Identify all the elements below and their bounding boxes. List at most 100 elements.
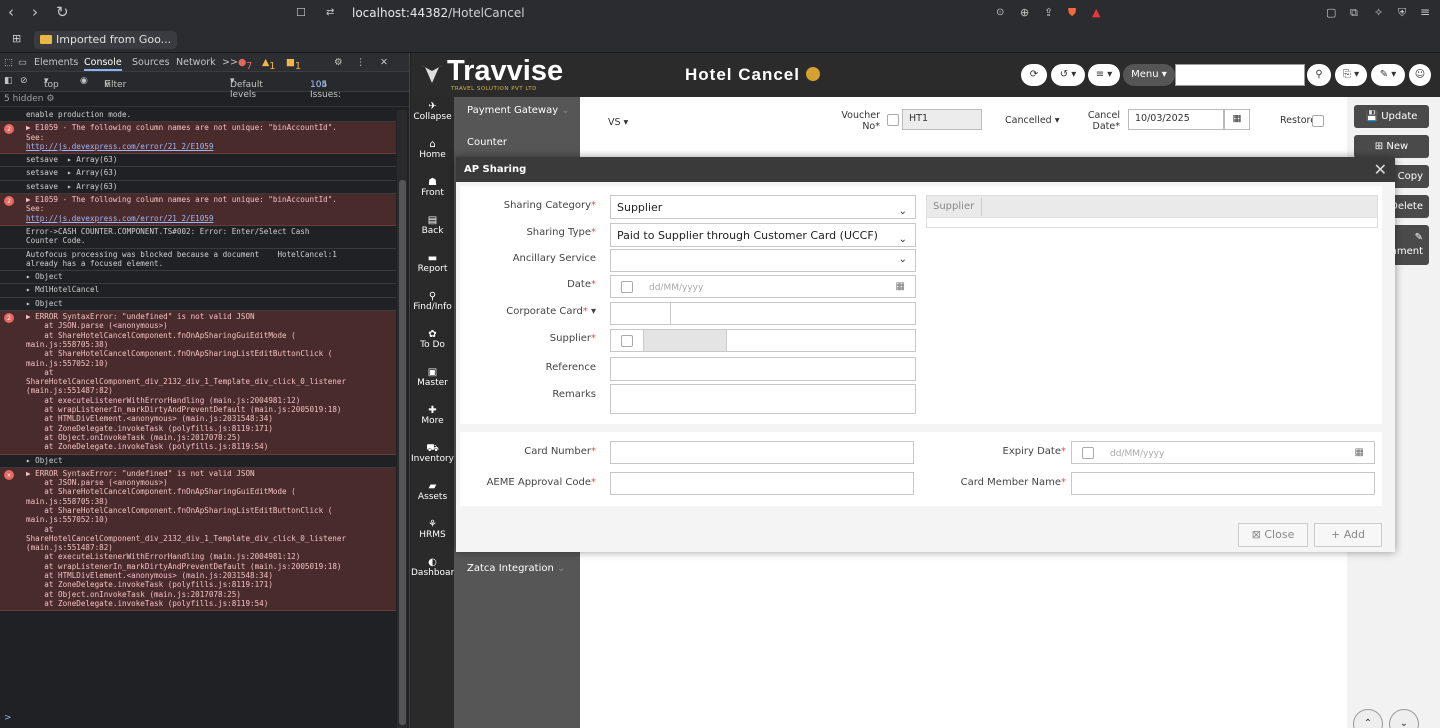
restore-checkbox[interactable]: [1312, 115, 1324, 127]
address-bar[interactable]: localhost:44382/HotelCancel: [352, 6, 525, 20]
reference-input[interactable]: [610, 357, 916, 381]
levels-select[interactable]: Default levels ▾: [230, 76, 263, 100]
tab-console[interactable]: Console: [84, 57, 122, 71]
calendar-icon[interactable]: ▦: [1224, 109, 1250, 130]
brave-shield-icon[interactable]: ⛊: [1068, 6, 1076, 20]
status-select[interactable]: Cancelled ▾: [1005, 115, 1060, 126]
settings-gear-icon[interactable]: ⚙: [334, 57, 343, 68]
date-input[interactable]: dd/MM/yyyy ▦: [610, 275, 916, 298]
console-log-entry[interactable]: enable production mode.: [0, 109, 396, 123]
error-doc-link[interactable]: http://js.devexpress.com/error/21_2/E105…: [26, 214, 213, 223]
more-tabs[interactable]: >>: [222, 57, 238, 68]
main-menu-icon[interactable]: ≡: [1420, 5, 1430, 19]
bookmark-page-icon[interactable]: ☐: [296, 6, 306, 19]
console-error-entry[interactable]: 2 ▶ E1059 - The following column names ar…: [0, 194, 396, 226]
aeme-approval-input[interactable]: [610, 472, 914, 495]
warning-count-badge[interactable]: ▲ 1: [262, 57, 275, 72]
console-error-entry[interactable]: 2 ▶ ERROR SyntaxError: "undefined" is not…: [0, 311, 396, 455]
ancillary-service-select[interactable]: ⌄: [610, 249, 916, 272]
console-log-entry[interactable]: ▸ Object: [0, 455, 396, 468]
console-error-entry[interactable]: 2 ▶ E1059 - The following column names ar…: [0, 122, 396, 155]
live-expression-eye-icon[interactable]: ◉: [80, 76, 88, 86]
lens-icon[interactable]: ⊙: [996, 7, 1004, 18]
console-log-entry[interactable]: setsave ▸ Array(63): [0, 167, 396, 181]
history-dropdown-icon[interactable]: ↺ ▾: [1051, 64, 1085, 86]
edit-dropdown-icon[interactable]: ✎ ▾: [1371, 64, 1405, 86]
console-log-entry[interactable]: Autofocus processing was blocked because…: [0, 249, 396, 272]
search-icon[interactable]: ⚲: [1307, 64, 1331, 86]
new-button[interactable]: ⊞ New: [1354, 135, 1429, 158]
clear-console-icon[interactable]: ⊘: [20, 76, 28, 86]
cancel-date-input[interactable]: 10/03/2025: [1128, 109, 1224, 130]
console-log-entry[interactable]: ▸ MdlHotelCancel: [0, 284, 396, 298]
console-log-entry[interactable]: setsave ▸ Array(63): [0, 181, 396, 195]
console-log-entry[interactable]: setsave ▸ Array(63): [0, 154, 396, 168]
date-checkbox[interactable]: [621, 281, 633, 293]
context-select[interactable]: top ▾: [44, 76, 59, 90]
corporate-card-input[interactable]: [610, 302, 916, 325]
sidebar-item-dashboard[interactable]: ◐ Dashboard: [411, 557, 460, 578]
sidebar-toggle-icon[interactable]: ▢: [1326, 6, 1336, 19]
supplier-checkbox[interactable]: [621, 335, 633, 347]
console-log-entry[interactable]: Error->CASH COUNTER.COMPONENT.TS#002: Er…: [0, 226, 396, 249]
scroll-up-button[interactable]: ⌃: [1353, 709, 1383, 728]
calendar-icon[interactable]: ▦: [1355, 442, 1364, 463]
update-button[interactable]: 💾 Update: [1354, 105, 1429, 128]
add-button[interactable]: + Add: [1314, 523, 1382, 547]
voucher-no-input[interactable]: HT1: [902, 109, 982, 130]
sharing-category-select[interactable]: Supplier ⌄: [610, 195, 916, 219]
extensions-icon[interactable]: ✧: [1374, 6, 1383, 19]
calendar-icon[interactable]: ▦: [896, 276, 905, 297]
copy-dropdown-icon[interactable]: ⎘ ▾: [1335, 64, 1367, 86]
menu-dropdown[interactable]: Menu ▾: [1123, 64, 1175, 86]
vs-select[interactable]: VS ▾: [608, 117, 628, 128]
console-prompt[interactable]: >: [4, 713, 12, 723]
kebab-menu-icon[interactable]: ⋮: [356, 57, 366, 68]
tab-sources[interactable]: Sources: [132, 57, 170, 68]
sharing-type-select[interactable]: Paid to Supplier through Customer Card (…: [610, 223, 916, 247]
console-log-entry[interactable]: ▸ Object: [0, 298, 396, 312]
expiry-checkbox[interactable]: [1082, 447, 1094, 459]
card-member-input[interactable]: [1071, 472, 1375, 495]
scroll-down-button[interactable]: ⌄: [1389, 709, 1419, 728]
tab-search-icon[interactable]: ⧉: [1350, 6, 1358, 20]
remarks-textarea[interactable]: [610, 384, 916, 414]
refresh-icon[interactable]: ⟳: [1021, 64, 1047, 86]
expiry-date-input[interactable]: dd/MM/yyyy ▦: [1071, 441, 1375, 464]
brave-rewards-icon[interactable]: ▲: [1092, 6, 1100, 19]
bookmark-folder[interactable]: Imported from Goo...: [34, 31, 178, 49]
info-count-badge[interactable]: ■ 1: [286, 57, 301, 72]
sidebar-item-hrms[interactable]: ⚘ HRMS: [411, 519, 454, 540]
close-icon[interactable]: ✕: [1374, 157, 1387, 182]
submenu-counter[interactable]: Counter: [467, 137, 507, 148]
console-scroll-thumb[interactable]: [399, 180, 406, 725]
vpn-icon[interactable]: ⛨: [1398, 6, 1406, 20]
settings-gear-icon[interactable]: ⚙: [46, 94, 54, 104]
console-error-entry[interactable]: ✕ ▶ ERROR SyntaxError: "undefined" is not…: [0, 467, 396, 612]
close-button[interactable]: ⊠ Close: [1238, 523, 1308, 547]
submenu-payment-gateway[interactable]: Payment Gateway ⌄: [467, 105, 570, 116]
reload-icon[interactable]: ↻: [56, 3, 69, 21]
error-doc-link[interactable]: http://js.devexpress.com/error/21_2/E105…: [26, 142, 213, 151]
tab-elements[interactable]: Elements: [34, 57, 78, 68]
device-toggle-icon[interactable]: ▭: [18, 57, 27, 68]
close-devtools-icon[interactable]: ✕: [380, 57, 388, 68]
sidebar-item-home[interactable]: ⌂ Home: [411, 139, 454, 160]
header-search-input[interactable]: [1175, 64, 1305, 86]
console-log-entry[interactable]: ▸ Object: [0, 271, 396, 285]
help-icon[interactable]: [805, 67, 820, 81]
submenu-zatca-integration[interactable]: Zatca Integration ⌄: [467, 563, 565, 574]
share-icon[interactable]: ⇪: [1044, 6, 1053, 19]
sidebar-item-front[interactable]: ☗ Front: [411, 177, 454, 198]
voucher-checkbox[interactable]: [887, 114, 899, 126]
apps-grid-icon[interactable]: ⊞: [12, 32, 21, 45]
user-icon[interactable]: ☺: [1409, 64, 1431, 86]
zoom-icon[interactable]: ⊕: [1020, 6, 1029, 19]
site-info-icon[interactable]: ⇄: [326, 7, 334, 18]
sidebar-item-more[interactable]: ✚ More: [411, 405, 454, 426]
list-dropdown-icon[interactable]: ≡ ▾: [1088, 64, 1120, 86]
forward-icon[interactable]: ›: [32, 3, 38, 21]
tab-network[interactable]: Network: [176, 57, 216, 68]
sidebar-item-collapse[interactable]: ✈ Collapse: [411, 101, 454, 122]
back-icon[interactable]: ‹: [8, 3, 14, 21]
